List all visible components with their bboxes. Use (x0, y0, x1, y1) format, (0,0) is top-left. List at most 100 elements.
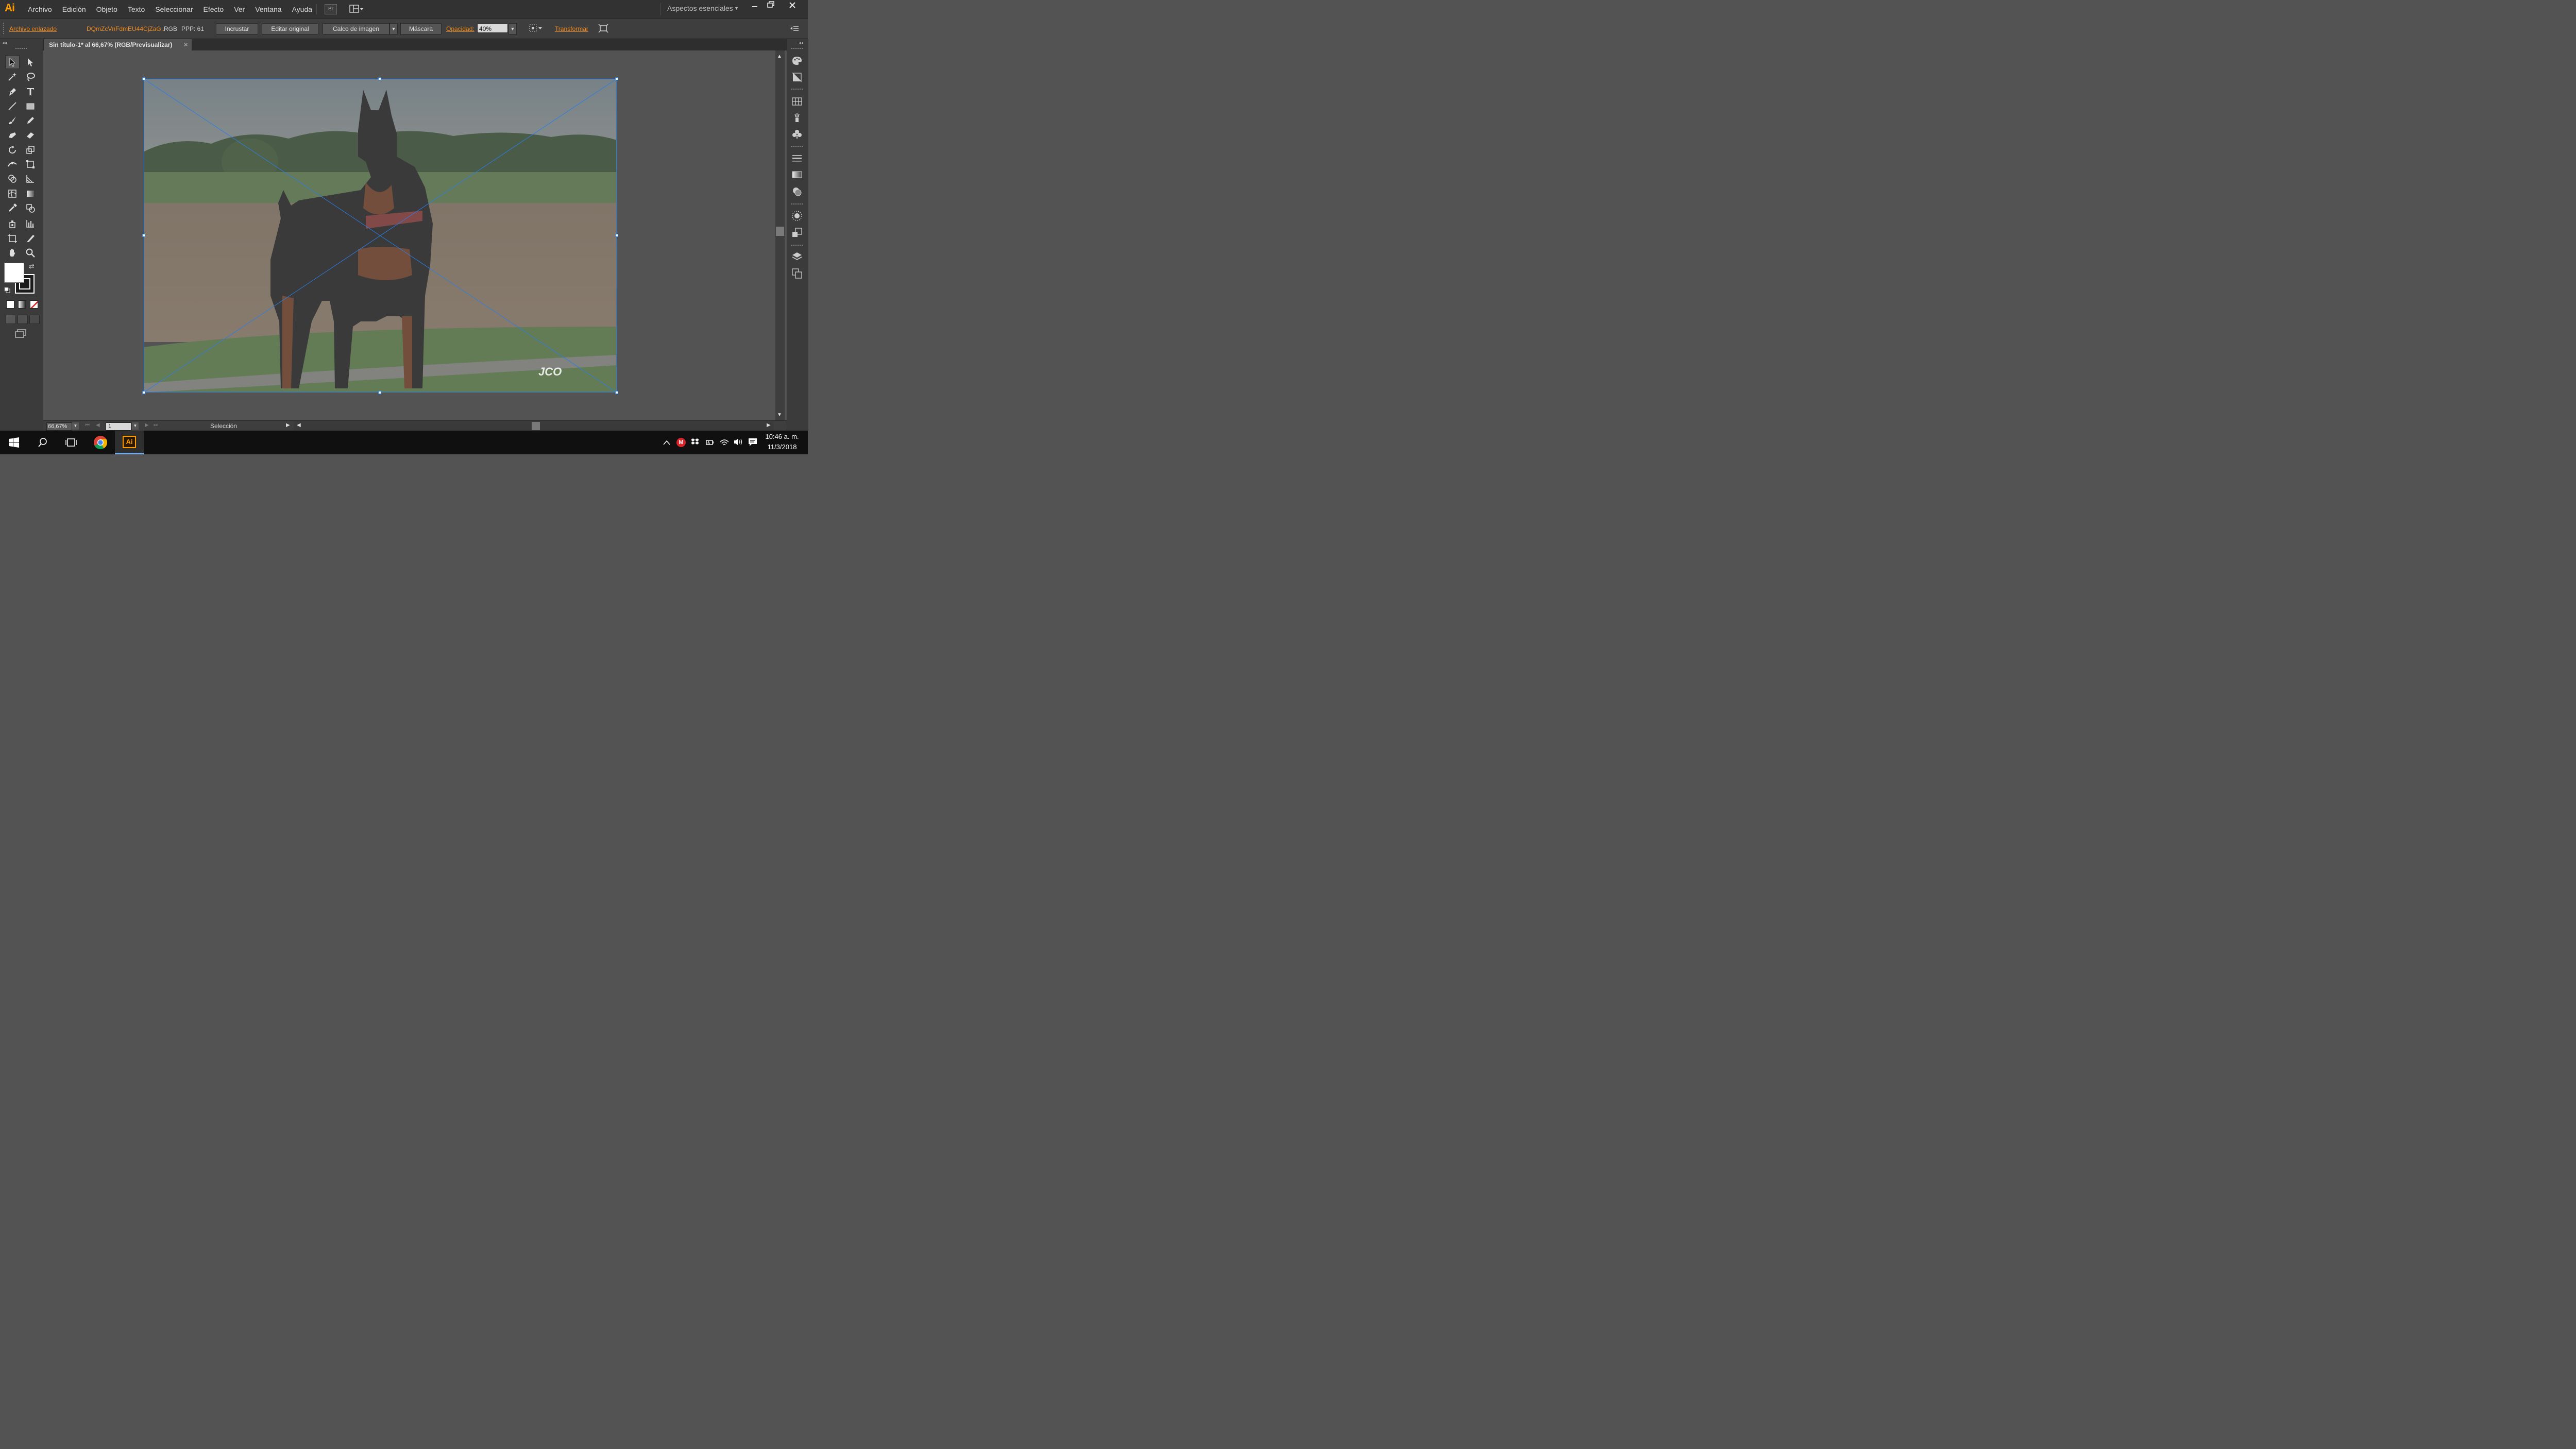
current-tool-status[interactable]: Selección (164, 421, 283, 431)
zoom-tool[interactable] (23, 246, 38, 260)
start-button[interactable] (0, 431, 28, 454)
menu-edicion[interactable]: Edición (57, 5, 91, 13)
scroll-up-arrow-icon[interactable]: ▲ (777, 54, 782, 59)
transform-link[interactable]: Transformar (555, 25, 588, 32)
search-button[interactable] (29, 431, 57, 454)
transparency-panel-button[interactable] (791, 185, 803, 198)
hand-tool[interactable] (5, 246, 20, 260)
show-hidden-icons-button[interactable] (663, 439, 670, 447)
last-artboard-icon[interactable]: ⏭ (154, 422, 158, 428)
mask-button[interactable]: Máscara (400, 23, 442, 35)
wifi-tray-button[interactable] (719, 438, 730, 448)
screen-mode-button[interactable] (14, 329, 27, 340)
rectangle-tool[interactable] (23, 99, 38, 113)
brushes-panel-button[interactable] (791, 111, 803, 124)
expand-panels-icon[interactable]: ◂◂ (799, 40, 803, 46)
gradient-tool[interactable] (23, 187, 38, 200)
selection-tool[interactable] (5, 56, 20, 69)
resize-handle-top-right[interactable] (615, 77, 618, 80)
symbols-panel-button[interactable] (791, 128, 803, 140)
isolate-button[interactable] (598, 24, 608, 35)
align-options-button[interactable] (529, 24, 543, 35)
draw-inside-button[interactable] (29, 315, 40, 324)
column-graph-tool[interactable] (23, 217, 38, 230)
image-trace-button[interactable]: Calco de imagen (323, 23, 389, 35)
document-tab-title[interactable]: Sin título-1* al 66,67% (RGB/Previsualiz… (49, 41, 172, 48)
pencil-tool[interactable] (23, 114, 38, 127)
menu-ayuda[interactable]: Ayuda (287, 5, 317, 13)
chrome-taskbar-button[interactable] (87, 431, 114, 454)
linked-file-link[interactable]: Archivo enlazado (9, 25, 57, 32)
opacity-input[interactable]: 40% (477, 24, 508, 33)
none-mode-button[interactable] (30, 300, 38, 309)
artboard-tool[interactable] (5, 232, 20, 245)
previous-artboard-icon[interactable]: ◀ (96, 422, 100, 428)
bridge-button[interactable]: Br (325, 4, 337, 14)
scroll-down-arrow-icon[interactable]: ▼ (777, 412, 782, 418)
resize-handle-bottom-left[interactable] (142, 391, 145, 394)
blob-brush-tool[interactable] (5, 128, 20, 142)
volume-tray-button[interactable] (733, 438, 743, 448)
status-menu-arrow-icon[interactable]: ▶ (286, 422, 290, 428)
appearance-panel-button[interactable] (791, 210, 803, 222)
direct-selection-tool[interactable] (23, 56, 38, 69)
arrange-documents-button[interactable] (349, 5, 364, 15)
scale-tool[interactable] (23, 143, 38, 157)
control-bar-grip[interactable] (3, 23, 6, 34)
resize-handle-bottom[interactable] (378, 391, 381, 394)
resize-handle-bottom-right[interactable] (615, 391, 618, 394)
mesh-tool[interactable] (5, 187, 20, 200)
task-view-button[interactable] (57, 431, 85, 454)
blend-tool[interactable] (23, 201, 38, 215)
menu-archivo[interactable]: Archivo (23, 5, 57, 13)
perspective-grid-tool[interactable] (23, 172, 38, 185)
artboard-dropdown[interactable]: ▼ (132, 422, 139, 430)
default-fill-stroke-icon[interactable] (4, 287, 10, 293)
clock-date[interactable]: 11/3/2018 (765, 443, 799, 451)
panel-menu-button[interactable] (790, 24, 799, 34)
battery-tray-button[interactable] (705, 438, 714, 448)
dock-grip[interactable] (791, 48, 803, 49)
resize-handle-right[interactable] (615, 234, 618, 237)
dropbox-tray-button[interactable] (690, 438, 700, 448)
graphic-styles-panel-button[interactable] (791, 227, 803, 239)
eraser-tool[interactable] (23, 128, 38, 142)
first-artboard-icon[interactable]: ⏮ (85, 422, 90, 428)
resize-handle-top[interactable] (378, 77, 381, 80)
zoom-field[interactable]: 66,67% (46, 422, 72, 431)
workspace-switcher[interactable]: Aspectos esenciales (667, 4, 733, 12)
gradient-panel-button[interactable] (791, 168, 803, 181)
swatches-panel-button[interactable] (791, 95, 803, 108)
draw-normal-button[interactable] (6, 315, 16, 324)
paintbrush-tool[interactable] (5, 114, 20, 127)
fill-swatch[interactable] (4, 263, 24, 283)
resize-handle-top-left[interactable] (142, 77, 145, 80)
opacity-dropdown[interactable]: ▼ (509, 23, 517, 35)
lasso-tool[interactable] (23, 70, 38, 83)
pen-tool[interactable] (5, 85, 20, 98)
magic-wand-tool[interactable] (5, 70, 20, 83)
type-tool[interactable] (23, 85, 38, 98)
restore-button[interactable] (761, 0, 780, 13)
color-guide-panel-button[interactable] (791, 55, 803, 67)
scroll-right-arrow-icon[interactable]: ▶ (767, 422, 771, 428)
edit-original-button[interactable]: Editar original (262, 23, 318, 35)
rotate-tool[interactable] (5, 143, 20, 157)
mega-sync-icon[interactable]: M (676, 438, 686, 447)
clock-time[interactable]: 10:46 a. m. (765, 433, 799, 440)
eyedropper-tool[interactable] (5, 201, 20, 215)
layers-panel-button[interactable] (791, 250, 803, 263)
image-trace-dropdown[interactable]: ▼ (389, 23, 398, 35)
embed-button[interactable]: Incrustar (216, 23, 258, 35)
next-artboard-icon[interactable]: ▶ (145, 422, 149, 428)
menu-texto[interactable]: Texto (123, 5, 150, 13)
stroke-panel-button[interactable] (791, 152, 803, 164)
color-panel-button[interactable] (791, 71, 803, 83)
action-center-button[interactable] (748, 437, 758, 448)
selection-bounding-box[interactable] (144, 79, 617, 393)
menu-seleccionar[interactable]: Seleccionar (150, 5, 198, 13)
resize-handle-left[interactable] (142, 234, 145, 237)
menu-objeto[interactable]: Objeto (91, 5, 123, 13)
vertical-scroll-thumb[interactable] (776, 227, 784, 236)
color-mode-button[interactable] (6, 300, 14, 309)
